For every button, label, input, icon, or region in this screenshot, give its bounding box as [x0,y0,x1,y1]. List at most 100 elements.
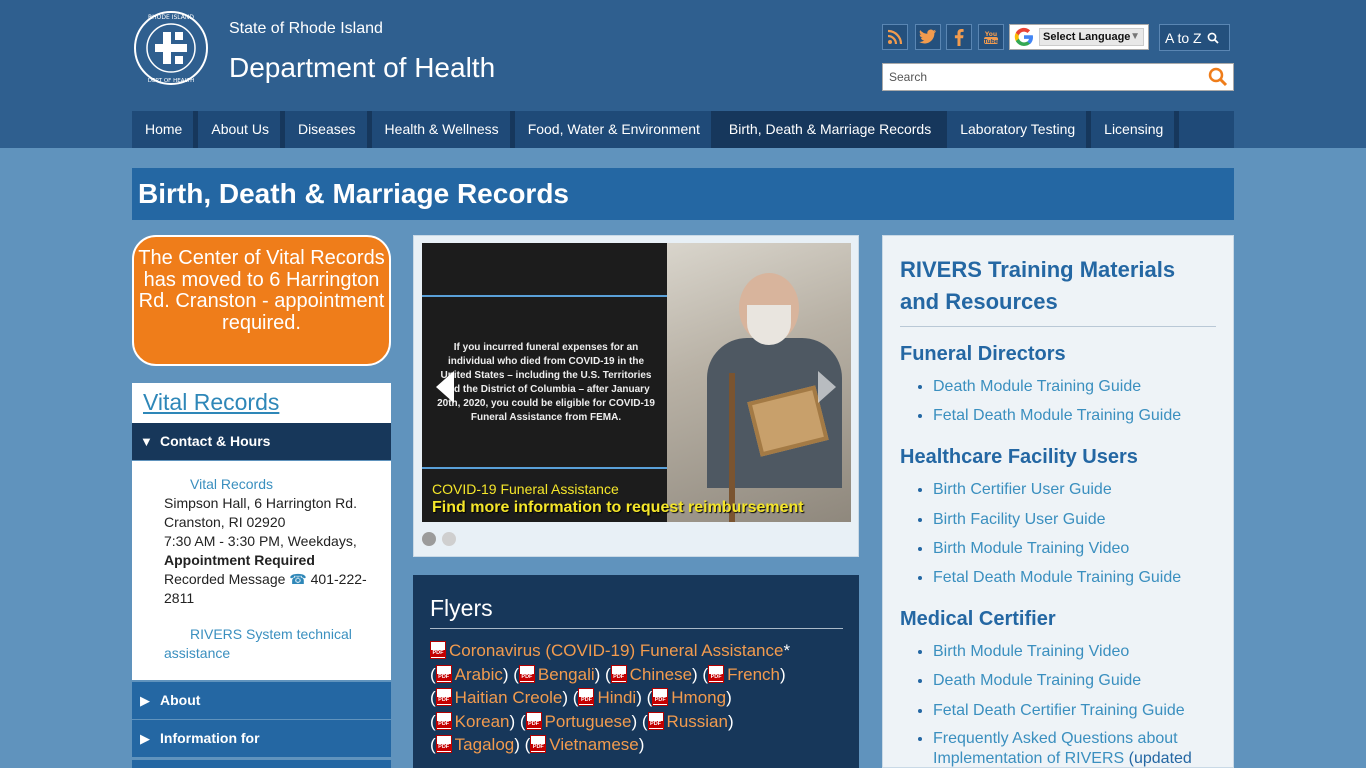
nav-about-us[interactable]: About Us [198,111,285,148]
carousel-slide[interactable]: If you incurred funeral expenses for an … [422,243,851,522]
resource-link[interactable]: Fetal Death Module Training Guide [933,569,1181,586]
contact-address-line2: Cranston, RI 02920 [164,514,286,530]
slide-caption-title: COVID-19 Funeral Assistance [432,481,619,497]
flyer-hindi[interactable]: Hindi [578,688,636,707]
nav-licensing[interactable]: Licensing [1091,111,1180,148]
pdf-icon [518,664,535,683]
nav-birth-death-marriage[interactable]: Birth, Death & Marriage Records [715,111,948,148]
pdf-icon [610,664,627,683]
contact-hours-toggle[interactable]: ▼ Contact & Hours [132,423,391,460]
resource-link[interactable]: Birth Module Training Video [933,643,1129,660]
language-selector[interactable]: Select Language ▼ [1009,24,1149,50]
section-medical-certifier: Medical Certifier [900,608,1056,631]
about-toggle[interactable]: ▶ About [132,682,391,719]
contact-recorded-message: Recorded Message [164,571,286,587]
list-item: Fetal Death Certifier Training Guide [933,696,1216,725]
flyer-russian[interactable]: Russian [647,711,728,731]
medical-certifier-list: Birth Module Training Video Death Module… [900,637,1216,767]
svg-text:DEPT OF HEALTH: DEPT OF HEALTH [148,78,195,84]
state-name: State of Rhode Island [229,20,383,37]
nav-food-water-environment[interactable]: Food, Water & Environment [515,111,716,148]
nav-home[interactable]: Home [132,111,199,148]
moved-notice-callout: The Center of Vital Records has moved to… [132,235,391,366]
contact-address-line1: Simpson Hall, 6 Harrington Rd. [164,495,357,511]
flyer-tagalog[interactable]: Tagalog [435,735,514,754]
contact-vital-records-link[interactable]: Vital Records [164,475,273,494]
rivers-title: RIVERS Training Materials and Resources [900,254,1216,327]
search-button[interactable] [1203,64,1233,90]
pdf-icon [525,711,542,730]
resource-link[interactable]: Birth Certifier User Guide [933,481,1112,498]
resource-link[interactable]: Birth Module Training Video [933,540,1129,557]
list-item: Fetal Death Module Training Guide [933,563,1216,592]
flyer-arabic[interactable]: Arabic [435,664,503,684]
pdf-icon [435,664,452,683]
language-select[interactable]: Select Language ▼ [1039,28,1144,46]
rivers-assistance-link[interactable]: RIVERS System technical assistance [164,626,352,661]
flyers-title: Flyers [430,595,843,629]
twitter-icon[interactable] [915,24,941,50]
youtube-icon[interactable]: You Tube [978,24,1004,50]
flyer-main-link[interactable]: Coronavirus (COVID-19) Funeral Assistanc… [430,641,783,660]
resource-link[interactable]: Death Module Training Guide [933,672,1141,689]
triangle-right-icon: ▶ [140,731,150,746]
pdf-icon [430,641,446,659]
sidebar-heading: Vital Records [132,383,391,423]
a-to-z-button[interactable]: A to Z [1159,24,1230,51]
svg-text:You: You [984,31,997,38]
resource-link[interactable]: Birth Facility User Guide [933,511,1106,528]
resource-link[interactable]: Fetal Death Module Training Guide [933,407,1181,424]
flyer-korean[interactable]: Korean [435,711,510,731]
svg-text:Tube: Tube [984,39,999,45]
contact-panel: Vital Records Simpson Hall, 6 Harrington… [132,461,391,680]
list-item: Death Module Training Guide [933,666,1216,695]
search-input[interactable] [883,65,1203,89]
pdf-icon [435,711,452,730]
site-header: RHODE ISLAND DEPT OF HEALTH State of Rho… [0,0,1366,148]
slide-message: If you incurred funeral expenses for an … [437,342,655,423]
flyer-bengali[interactable]: Bengali [518,664,595,684]
nav-diseases[interactable]: Diseases [285,111,372,148]
phone-icon: ☎ [289,571,307,587]
list-item: Birth Facility User Guide [933,505,1216,534]
facebook-icon[interactable] [946,24,972,50]
nav-laboratory-testing[interactable]: Laboratory Testing [947,111,1092,148]
prev-slide-arrow-icon[interactable] [436,371,454,403]
pdf-icon [647,711,664,730]
flyer-hmong[interactable]: Hmong [652,688,726,707]
department-name[interactable]: Department of Health [229,52,495,84]
list-item: Death Module Training Guide [933,372,1216,401]
pdf-icon [578,688,595,706]
list-item: Birth Module Training Video [933,534,1216,563]
flyer-portuguese[interactable]: Portuguese [525,711,632,731]
funeral-directors-list: Death Module Training Guide Fetal Death … [900,372,1216,430]
vital-records-link[interactable]: Vital Records [143,389,279,415]
search-box [882,63,1234,91]
flyer-haitian-creole[interactable]: Haitian Creole [435,688,562,707]
nav-health-wellness[interactable]: Health & Wellness [372,111,515,148]
slide-caption-subtitle: Find more information to request reimbur… [432,499,804,516]
pdf-icon [652,688,669,706]
chevron-down-icon: ▼ [1130,31,1140,42]
flyers-links: Coronavirus (COVID-19) Funeral Assistanc… [430,639,843,757]
next-accordion-item[interactable] [132,760,391,768]
list-item: Fetal Death Module Training Guide [933,401,1216,430]
google-icon [1014,27,1033,47]
next-slide-arrow-icon[interactable] [818,371,836,403]
flyer-french[interactable]: French [708,664,780,684]
carousel-dot-2[interactable] [442,532,456,546]
flyer-vietnamese[interactable]: Vietnamese [530,735,639,754]
ri-doh-seal-logo[interactable]: RHODE ISLAND DEPT OF HEALTH [133,10,209,86]
section-healthcare-facility-users: Healthcare Facility Users [900,446,1138,469]
rss-icon[interactable] [882,24,908,50]
section-funeral-directors: Funeral Directors [900,343,1066,365]
resource-link[interactable]: Death Module Training Guide [933,378,1141,395]
flyer-chinese[interactable]: Chinese [610,664,692,684]
pdf-icon [708,664,725,683]
carousel-dot-1[interactable] [422,532,436,546]
triangle-right-icon: ▶ [140,693,150,708]
information-for-toggle[interactable]: ▶ Information for [132,720,391,757]
search-icon [1207,32,1219,44]
resource-link[interactable]: Fetal Death Certifier Training Guide [933,702,1185,719]
pdf-icon [435,735,452,753]
